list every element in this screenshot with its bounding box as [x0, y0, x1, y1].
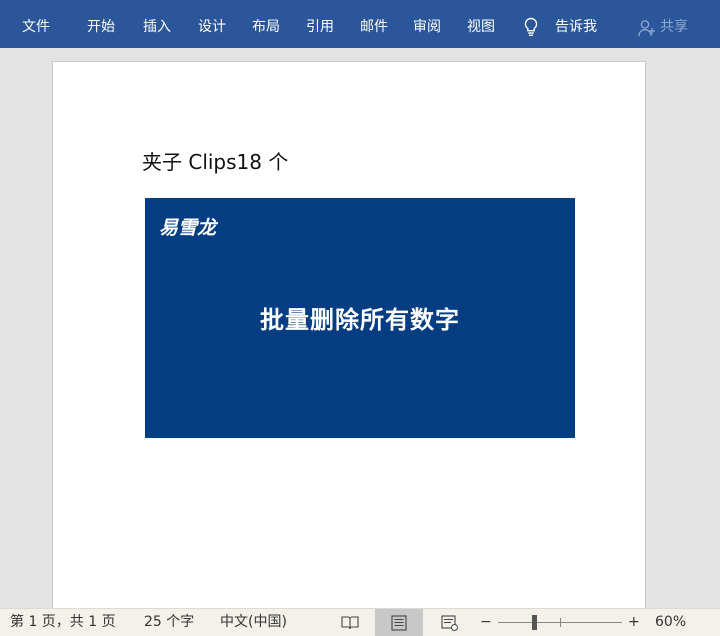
- tab-mailings[interactable]: 邮件: [360, 0, 388, 48]
- tab-file[interactable]: 文件: [22, 0, 50, 48]
- tab-home[interactable]: 开始: [87, 0, 115, 48]
- word-count[interactable]: 25 个字: [144, 609, 194, 636]
- title-overlay: 易雪龙 批量删除所有数字: [145, 198, 575, 438]
- tab-layout[interactable]: 布局: [252, 0, 280, 48]
- share-person-icon[interactable]: [638, 19, 656, 37]
- tell-me-box[interactable]: 告诉我: [555, 0, 597, 48]
- overlay-title: 批量删除所有数字: [260, 306, 460, 334]
- web-layout-button[interactable]: [426, 609, 474, 636]
- page-layout-icon: [391, 615, 407, 631]
- tab-insert[interactable]: 插入: [143, 0, 171, 48]
- tab-review[interactable]: 审阅: [413, 0, 441, 48]
- read-mode-button[interactable]: [326, 609, 374, 636]
- status-bar: 第 1 页，共 1 页 25 个字 中文(中国) − + 60%: [0, 608, 720, 636]
- tab-references[interactable]: 引用: [306, 0, 334, 48]
- zoom-slider-thumb[interactable]: [532, 615, 537, 630]
- lightbulb-icon[interactable]: [523, 17, 539, 37]
- document-line-1[interactable]: 夹子 Clips18 个: [142, 146, 288, 175]
- share-button[interactable]: 共享: [660, 0, 688, 48]
- ribbon: 文件 开始 插入 设计 布局 引用 邮件 审阅 视图 告诉我 共享: [0, 0, 720, 48]
- book-icon: [341, 616, 359, 630]
- language-indicator[interactable]: 中文(中国): [220, 609, 287, 636]
- tab-design[interactable]: 设计: [198, 0, 226, 48]
- zoom-in-button[interactable]: +: [628, 609, 640, 636]
- tab-view[interactable]: 视图: [467, 0, 495, 48]
- zoom-level[interactable]: 60%: [655, 609, 686, 636]
- zoom-out-button[interactable]: −: [480, 609, 492, 636]
- page-count[interactable]: 第 1 页，共 1 页: [10, 609, 116, 636]
- print-layout-button[interactable]: [375, 609, 423, 636]
- logo: 易雪龙: [159, 217, 217, 239]
- zoom-slider-center-tick: [560, 618, 561, 627]
- web-layout-icon: [441, 615, 458, 631]
